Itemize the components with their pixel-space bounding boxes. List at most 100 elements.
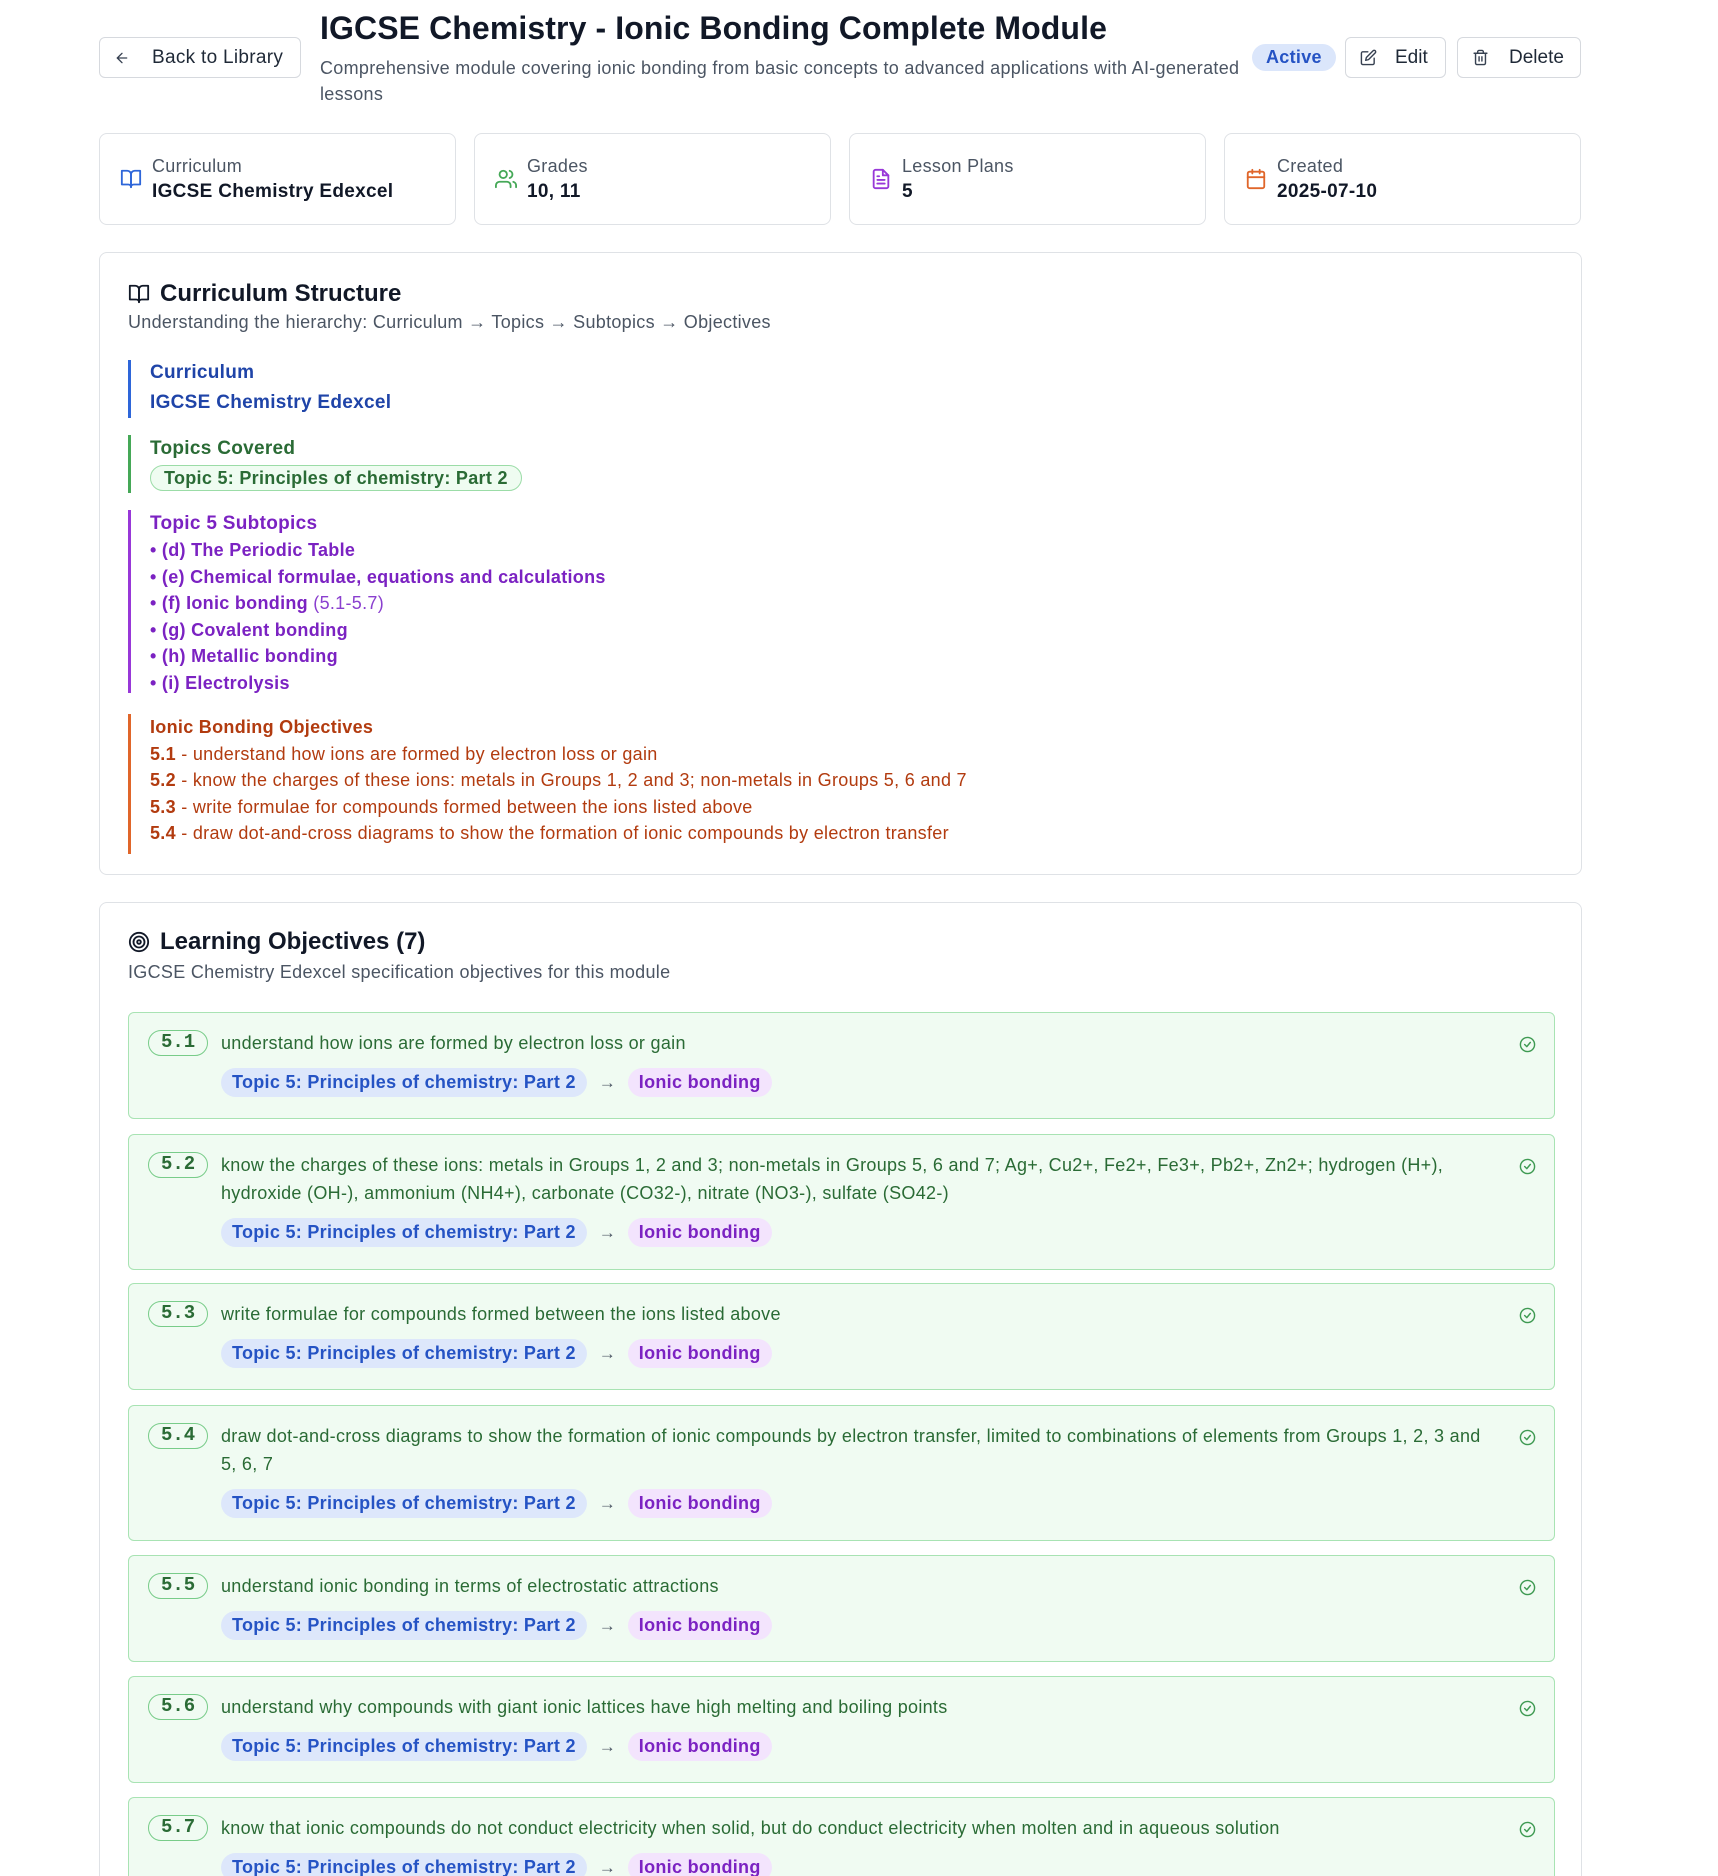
objective-code-badge: 5.6 <box>148 1694 209 1720</box>
objective-tags: Topic 5: Principles of chemistry: Part 2… <box>221 1489 772 1518</box>
file-text-icon <box>870 168 892 190</box>
subtopic-tag: Ionic bonding <box>627 1732 772 1761</box>
stat-value: 5 <box>902 181 913 202</box>
subtopics-block: Topic 5 Subtopics • (d) The Periodic Tab… <box>128 510 606 693</box>
objective-text: write formulae for compounds formed betw… <box>221 1304 781 1324</box>
objective-text: know that ionic compounds do not conduct… <box>221 1818 1280 1838</box>
subtopic-tag: Ionic bonding <box>627 1853 772 1876</box>
book-open-icon <box>128 283 150 305</box>
objective-card[interactable]: 5.2 know the charges of these ions: meta… <box>128 1134 1555 1270</box>
topic-tag: Topic 5: Principles of chemistry: Part 2 <box>221 1218 587 1247</box>
curriculum-structure-title: Curriculum Structure <box>128 280 401 308</box>
objective-tags: Topic 5: Principles of chemistry: Part 2… <box>221 1611 772 1640</box>
check-circle-icon <box>1519 1429 1536 1446</box>
learning-objectives-title: Learning Objectives (7) <box>128 928 425 956</box>
page-title: IGCSE Chemistry - Ionic Bonding Complete… <box>320 10 1107 46</box>
stat-label: Created <box>1277 156 1344 176</box>
arrow-right-icon: → <box>598 1493 616 1513</box>
objective-text: know the charges of these ions: metals i… <box>221 1155 1444 1203</box>
status-badge: Active <box>1252 44 1336 71</box>
structure-objective-item: 5.4 - draw dot-and-cross diagrams to sho… <box>150 822 949 843</box>
trash-icon <box>1472 49 1489 66</box>
subtopic-tag: Ionic bonding <box>627 1068 772 1097</box>
curriculum-structure-panel: Curriculum Structure Understanding the h… <box>99 252 1582 875</box>
topics-covered-block: Topics Covered Topic 5: Principles of ch… <box>128 435 522 493</box>
structure-objective-item: 5.2 - know the charges of these ions: me… <box>150 770 967 791</box>
stat-label: Lesson Plans <box>902 156 1014 176</box>
check-circle-icon <box>1519 1821 1536 1838</box>
objective-code-badge: 5.7 <box>148 1815 209 1841</box>
arrow-right-icon: → <box>598 1857 616 1876</box>
check-circle-icon <box>1519 1158 1536 1175</box>
delete-button[interactable]: Delete <box>1457 37 1581 78</box>
objective-card[interactable]: 5.5 understand ionic bonding in terms of… <box>128 1555 1555 1662</box>
objective-tags: Topic 5: Principles of chemistry: Part 2… <box>221 1732 772 1761</box>
topic-tag: Topic 5: Principles of chemistry: Part 2 <box>221 1068 587 1097</box>
arrow-right-icon: → <box>598 1615 616 1635</box>
check-circle-icon <box>1519 1579 1536 1596</box>
objective-card[interactable]: 5.4 draw dot-and-cross diagrams to show … <box>128 1405 1555 1541</box>
edit-button-label: Edit <box>1395 46 1428 68</box>
stat-card-curriculum: Curriculum IGCSE Chemistry Edexcel <box>99 133 456 225</box>
topic-tag: Topic 5: Principles of chemistry: Part 2 <box>221 1853 587 1876</box>
objective-tags: Topic 5: Principles of chemistry: Part 2… <box>221 1853 772 1876</box>
edit-icon <box>1360 49 1377 66</box>
edit-button[interactable]: Edit <box>1345 37 1446 78</box>
page-description: Comprehensive module covering ionic bond… <box>320 58 1240 104</box>
subtopic-item: • (g) Covalent bonding <box>150 619 348 640</box>
delete-button-label: Delete <box>1509 46 1564 68</box>
topic-tag: Topic 5: Principles of chemistry: Part 2 <box>221 1611 587 1640</box>
topics-covered-label: Topics Covered <box>150 438 296 459</box>
stat-card-lesson-plans: Lesson Plans 5 <box>849 133 1206 225</box>
objective-card[interactable]: 5.1 understand how ions are formed by el… <box>128 1012 1555 1119</box>
ionic-objectives-label: Ionic Bonding Objectives <box>150 717 374 737</box>
objective-card[interactable]: 5.7 know that ionic compounds do not con… <box>128 1797 1555 1876</box>
curriculum-block-value: IGCSE Chemistry Edexcel <box>150 392 392 413</box>
stat-card-created: Created 2025-07-10 <box>1224 133 1581 225</box>
stat-label: Curriculum <box>152 156 243 176</box>
topic-pill: Topic 5: Principles of chemistry: Part 2 <box>150 465 522 491</box>
book-open-icon <box>120 168 142 190</box>
objective-tags: Topic 5: Principles of chemistry: Part 2… <box>221 1218 772 1247</box>
check-circle-icon <box>1519 1036 1536 1053</box>
subtopic-item: • (h) Metallic bonding <box>150 646 338 666</box>
objective-card[interactable]: 5.6 understand why compounds with giant … <box>128 1676 1555 1783</box>
stat-value: IGCSE Chemistry Edexcel <box>152 181 394 202</box>
objective-text: understand ionic bonding in terms of ele… <box>221 1576 719 1596</box>
objective-text: draw dot-and-cross diagrams to show the … <box>221 1426 1481 1474</box>
panel-title-text: Learning Objectives (7) <box>160 928 426 955</box>
arrow-left-icon <box>114 50 130 66</box>
topic-tag: Topic 5: Principles of chemistry: Part 2 <box>221 1489 587 1518</box>
check-circle-icon <box>1519 1307 1536 1324</box>
structure-objective-item: 5.3 - write formulae for compounds forme… <box>150 796 753 817</box>
subtopics-label: Topic 5 Subtopics <box>150 513 318 534</box>
stat-value: 10, 11 <box>527 181 581 202</box>
users-icon <box>495 168 517 190</box>
subtopic-item: • (i) Electrolysis <box>150 672 290 693</box>
learning-objectives-panel: Learning Objectives (7) IGCSE Chemistry … <box>99 902 1582 1876</box>
arrow-right-icon: → <box>598 1222 616 1242</box>
subtopic-tag: Ionic bonding <box>627 1489 772 1518</box>
topic-tag: Topic 5: Principles of chemistry: Part 2 <box>221 1339 587 1368</box>
topic-tag: Topic 5: Principles of chemistry: Part 2 <box>221 1732 587 1761</box>
objective-text: understand why compounds with giant ioni… <box>221 1697 948 1717</box>
arrow-right-icon: → <box>598 1736 616 1756</box>
subtopic-tag: Ionic bonding <box>627 1339 772 1368</box>
objective-code-badge: 5.2 <box>148 1152 209 1178</box>
check-circle-icon <box>1519 1700 1536 1717</box>
subtopic-item: • (f) Ionic bonding (5.1-5.7) <box>150 593 384 613</box>
structure-objective-item: 5.1 - understand how ions are formed by … <box>150 744 658 764</box>
subtopic-item: • (e) Chemical formulae, equations and c… <box>150 566 606 587</box>
objective-code-badge: 5.5 <box>148 1573 209 1599</box>
arrow-right-icon: → <box>598 1343 616 1363</box>
objective-card[interactable]: 5.3 write formulae for compounds formed … <box>128 1283 1555 1390</box>
subtopic-item: • (d) The Periodic Table <box>150 540 356 560</box>
panel-title-text: Curriculum Structure <box>160 280 402 307</box>
curriculum-structure-subtitle: Understanding the hierarchy: Curriculum … <box>128 312 771 332</box>
target-icon <box>128 931 150 953</box>
stat-label: Grades <box>527 156 588 176</box>
back-to-library-button[interactable]: Back to Library <box>99 37 301 78</box>
arrow-right-icon: → <box>598 1072 616 1092</box>
objective-text: understand how ions are formed by electr… <box>221 1033 686 1053</box>
stat-card-grades: Grades 10, 11 <box>474 133 831 225</box>
